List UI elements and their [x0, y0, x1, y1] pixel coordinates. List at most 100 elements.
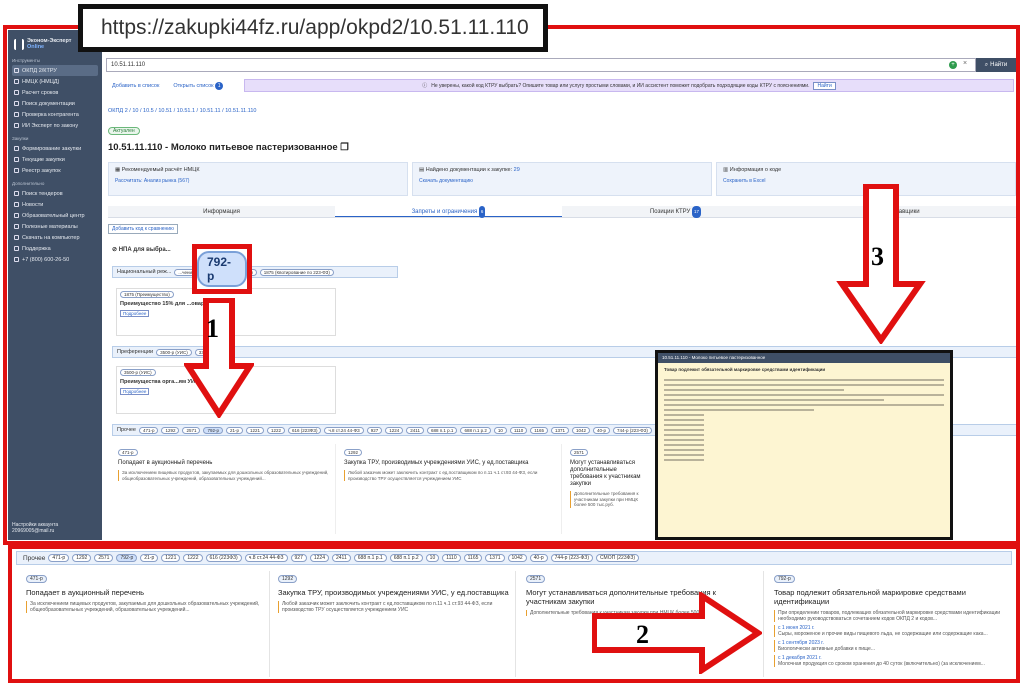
filter-chip[interactable]: 616 (223ФЗ) [205, 554, 242, 562]
search-icon: ⌕ [984, 61, 989, 68]
sidebar: Эконом-Эксперт Online Инструменты ОКПД 2/… [8, 30, 102, 540]
filter-chip[interactable]: 2411 [406, 426, 424, 434]
add-to-list-link[interactable]: Добавить в список [112, 83, 159, 89]
filter-chip[interactable]: 927 [366, 426, 383, 434]
sidebar-item-okpd[interactable]: ОКПД 2/КТРУ [12, 65, 98, 76]
account-email: 20969005@mail.ru [12, 528, 55, 534]
filter-chip[interactable]: 471-р [138, 426, 159, 434]
close-icon[interactable]: × [963, 60, 967, 67]
search-input[interactable]: 10.51.11.110 [106, 58, 976, 72]
filter-chip[interactable]: 2411 [332, 554, 351, 562]
filter-chip[interactable]: 688 п.1 р.2 [389, 554, 423, 562]
group-label: Прочее [23, 554, 46, 562]
filter-chip[interactable]: СМОП (223ФЗ) [596, 554, 640, 562]
filter-chip-selected[interactable]: 792-р [203, 426, 223, 434]
add-compare-button[interactable]: Добавить код к сравнению [108, 224, 178, 234]
annotated-screenshot: https://zakupki44fz.ru/app/okpd2/10.51.1… [0, 0, 1024, 686]
filter-chip[interactable]: ч.8 ст.24 44-ФЗ [324, 426, 364, 434]
filter-chip[interactable]: 1222 [183, 554, 203, 562]
filter-chip[interactable]: 744-р (223-ФЗ) [550, 554, 593, 562]
breadcrumb[interactable]: ОКПД 2 / 10 / 10.5 / 10.51 / 10.51.1 / 1… [108, 108, 257, 114]
open-list-link[interactable]: Открыть список 1 [173, 82, 224, 90]
bottom-zoom-panel: Прочее 471-р 1292 2571 792-р 21-р 1221 1… [12, 549, 1016, 679]
sidebar-item-registry[interactable]: Реестр закупок [12, 165, 98, 176]
other-group-zoom: Прочее 471-р 1292 2571 792-р 21-р 1221 1… [16, 551, 1012, 565]
tab-info[interactable]: Информация [108, 206, 335, 217]
sidebar-item-terms[interactable]: Расчет сроков [12, 87, 98, 98]
filter-chip[interactable]: 1110 [442, 554, 461, 562]
card-desc: Любой заказчик может заключить контракт … [344, 470, 557, 481]
details-button[interactable]: Подробнее [120, 388, 150, 395]
filter-chip-selected[interactable]: 792-р [116, 554, 138, 562]
search-button[interactable]: ⌕ Найти [976, 58, 1016, 72]
sidebar-item-support[interactable]: Поддержка [12, 243, 98, 254]
filter-chip[interactable]: 2571 [182, 426, 201, 434]
sidebar-item-nmck[interactable]: НМЦК (НМЦД) [12, 76, 98, 87]
sidebar-item-download[interactable]: Скачать на компьютер [12, 232, 98, 243]
filter-chip[interactable]: 1292 [72, 554, 92, 562]
filter-chip[interactable]: 1224 [385, 426, 404, 434]
sidebar-item-form[interactable]: Формирование закупки [12, 143, 98, 154]
filter-chip[interactable]: 688 п.1 р.1 [426, 426, 458, 434]
info-icon: ⓘ [422, 83, 428, 89]
filter-chip[interactable]: 10 [493, 426, 507, 434]
download-docs-link[interactable]: Скачать документацию [419, 178, 705, 184]
npa-heading: ⊘ НПА для выбра... [112, 247, 171, 253]
tab-restrictions[interactable]: Запреты и ограничения 6 [335, 206, 562, 218]
label-2: 2 [636, 620, 649, 649]
filter-chip[interactable]: 1110 [509, 426, 528, 434]
filter-chip[interactable]: 1371 [485, 554, 505, 562]
filter-chip[interactable]: 688 п.1 р.2 [460, 426, 491, 434]
filter-chip[interactable]: 1042 [571, 426, 590, 434]
filter-chip[interactable]: 744-р (223-ФЗ) [613, 426, 652, 434]
filter-chip[interactable]: 1875 (Квотирование по 223-ФЗ) [259, 268, 334, 276]
filter-chip[interactable]: ч.8 ст.24 44-ФЗ [244, 554, 288, 562]
card-desc: За исключением пищевых продуктов, закупа… [26, 601, 263, 613]
sidebar-item-ai[interactable]: ИИ Эксперт по закону [12, 120, 98, 131]
callout-792r: 792-р [192, 244, 252, 294]
popup-text-line [664, 399, 884, 401]
sidebar-item-materials[interactable]: Полезные материалы [12, 221, 98, 232]
sidebar-item-tenders[interactable]: Поиск тендеров [12, 188, 98, 199]
nmck-link[interactable]: Рассчитать: Анализ рынка (567) [115, 178, 401, 184]
sidebar-item-edu[interactable]: Образовательный центр [12, 210, 98, 221]
filter-chip[interactable]: 927 [290, 554, 307, 562]
filter-chip[interactable]: 2571 [94, 554, 114, 562]
sidebar-item-contractor[interactable]: Проверка контрагента [12, 109, 98, 120]
filter-chip[interactable]: 616 (223ФЗ) [288, 426, 322, 434]
filter-chip[interactable]: 40-р [593, 426, 611, 434]
filter-chip[interactable]: 1221 [246, 426, 265, 434]
filter-chip[interactable]: 10 [425, 554, 440, 562]
details-button[interactable]: Подробнее [120, 310, 150, 317]
filter-chip[interactable]: 1292 [161, 426, 180, 434]
account-settings[interactable]: Настройки аккаунта 20969005@mail.ru [12, 522, 58, 534]
document-icon [14, 68, 19, 73]
group-label: Преференции [117, 349, 154, 355]
folder-icon [14, 224, 19, 229]
sidebar-item-docs[interactable]: Поиск документации [12, 98, 98, 109]
url-bar[interactable]: https://zakupki44fz.ru/app/okpd2/10.51.1… [78, 4, 548, 52]
filter-chip[interactable]: 40-р [529, 554, 548, 562]
sidebar-section-extra: Дополнительно [12, 181, 45, 186]
hint-find-button[interactable]: Найти [813, 81, 836, 90]
sidebar-item-current[interactable]: Текущие закупки [12, 154, 98, 165]
plus-icon[interactable]: + [949, 61, 957, 69]
marking-popup: 10.51.11.110 - Молоко питьевое пастеризо… [655, 350, 953, 540]
sidebar-item-phone[interactable]: +7 (800) 600-26-50 [12, 254, 98, 265]
filter-chip[interactable]: 1221 [161, 554, 181, 562]
sidebar-item-news[interactable]: Новости [12, 199, 98, 210]
filter-chip[interactable]: 1042 [507, 554, 527, 562]
filter-chip[interactable]: 1165 [463, 554, 483, 562]
copy-icon[interactable]: ❐ [340, 142, 349, 153]
filter-chip[interactable]: 1371 [550, 426, 569, 434]
tab-ktru[interactable]: Позиции КТРУ 17 [562, 206, 789, 218]
filter-chip[interactable]: 1165 [530, 426, 548, 434]
filter-chip[interactable]: 21-р [140, 554, 159, 562]
filter-chip[interactable]: 688 п.1 р.1 [353, 554, 387, 562]
filter-chip[interactable]: 471-р [48, 554, 70, 562]
filter-chip[interactable]: 1224 [309, 554, 329, 562]
filter-chip[interactable]: 21-р [226, 426, 244, 434]
filter-chip[interactable]: 1222 [267, 426, 286, 434]
label-1: 1 [206, 314, 219, 343]
support-icon [14, 246, 19, 251]
